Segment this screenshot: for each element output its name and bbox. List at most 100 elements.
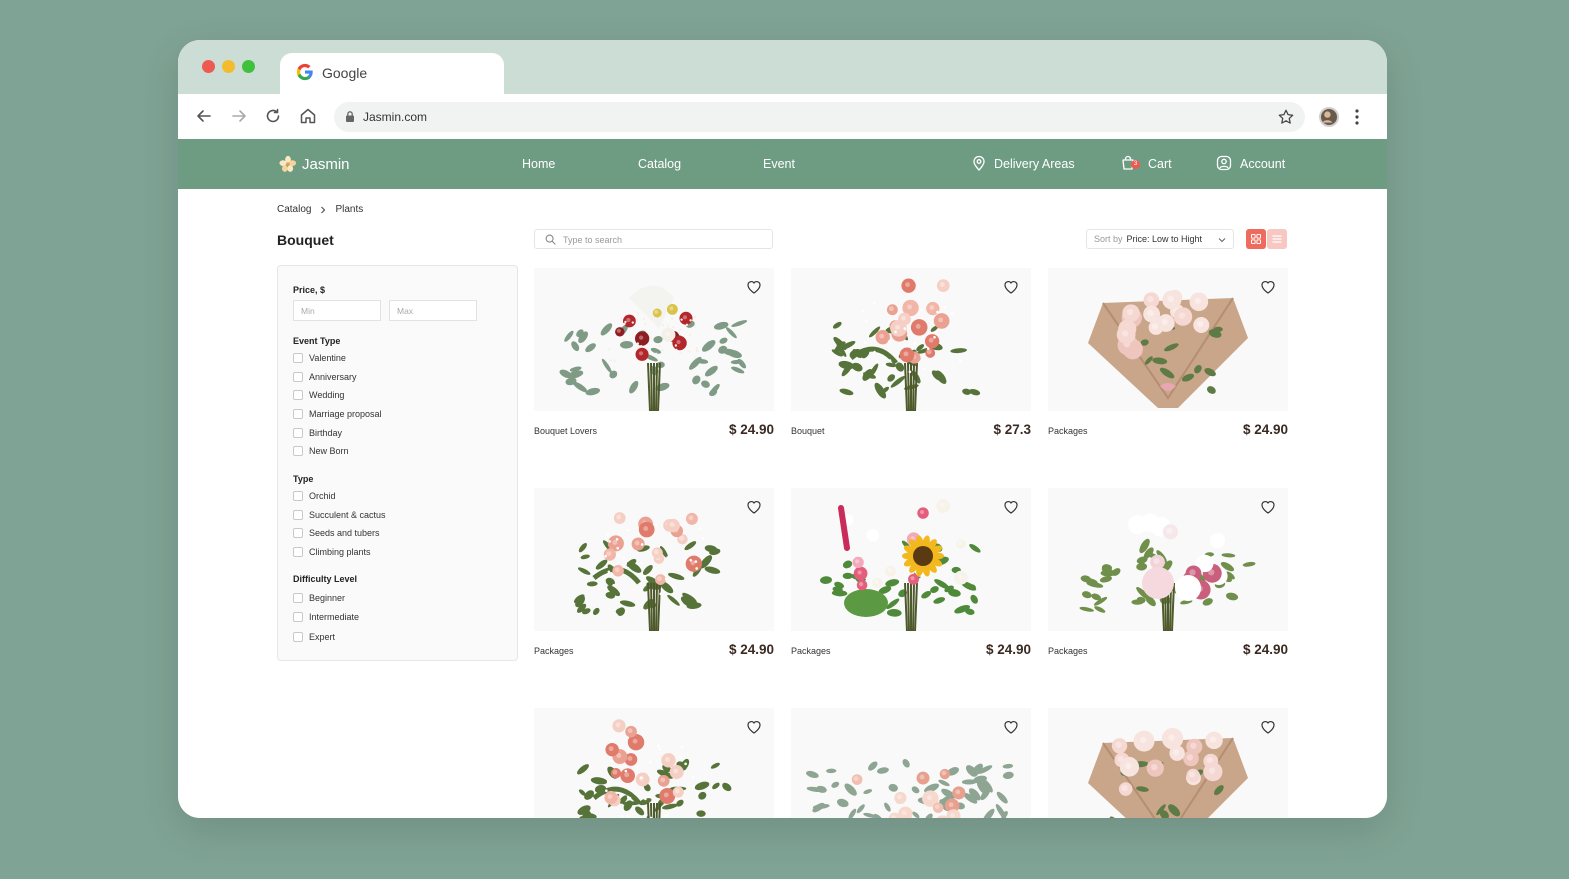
- checkbox-box[interactable]: [293, 353, 303, 363]
- checkbox-box[interactable]: [293, 409, 303, 419]
- heart-icon[interactable]: [1260, 279, 1276, 295]
- price-max-input[interactable]: [389, 300, 477, 321]
- heart-icon[interactable]: [1260, 499, 1276, 515]
- checkbox-valentine[interactable]: Valentine: [293, 353, 346, 363]
- home-icon[interactable]: [298, 106, 318, 126]
- heart-icon[interactable]: [1003, 499, 1019, 515]
- bouquet-image: [1079, 513, 1256, 631]
- nav-account[interactable]: Account: [1240, 157, 1285, 171]
- product-image[interactable]: [534, 488, 774, 631]
- checkbox-expert[interactable]: Expert: [293, 632, 335, 642]
- nav-event[interactable]: Event: [763, 157, 795, 171]
- checkbox-succulent-cactus[interactable]: Succulent & cactus: [293, 510, 386, 520]
- checkbox-label: Valentine: [309, 353, 346, 363]
- product-image[interactable]: [534, 268, 774, 411]
- profile-avatar[interactable]: [1319, 107, 1339, 127]
- filter-price-title: Price, $: [293, 285, 326, 295]
- heart-icon[interactable]: [1003, 279, 1019, 295]
- checkbox-label: Marriage proposal: [309, 409, 382, 419]
- checkbox-box[interactable]: [293, 510, 303, 520]
- back-arrow-icon[interactable]: [194, 106, 214, 126]
- checkbox-label: Anniversary: [309, 372, 357, 382]
- search-input[interactable]: [563, 232, 763, 247]
- checkbox-label: Succulent & cactus: [309, 510, 386, 520]
- product-image[interactable]: [1048, 268, 1288, 411]
- heart-icon[interactable]: [1003, 719, 1019, 735]
- checkbox-birthday[interactable]: Birthday: [293, 428, 342, 438]
- user-face-icon: [1322, 111, 1333, 123]
- location-pin-icon: [973, 155, 985, 171]
- checkbox-box[interactable]: [293, 428, 303, 438]
- checkbox-box[interactable]: [293, 372, 303, 382]
- checkbox-label: Birthday: [309, 428, 343, 438]
- product-category: Packages: [534, 646, 574, 656]
- list-view-button[interactable]: [1267, 229, 1287, 249]
- heart-icon[interactable]: [746, 279, 762, 295]
- heart-icon[interactable]: [746, 719, 762, 735]
- checkbox-box[interactable]: [293, 593, 303, 603]
- search-icon: [545, 234, 556, 245]
- catalog-page: Catalog Plants Bouquet Sort by Price: Lo…: [178, 189, 1387, 818]
- checkbox-beginner[interactable]: Beginner: [293, 593, 345, 603]
- checkbox-box[interactable]: [293, 390, 303, 400]
- filter-event-type-title: Event Type: [293, 336, 341, 346]
- bookmark-star-icon[interactable]: [1277, 108, 1295, 126]
- nav-cart[interactable]: Cart: [1148, 157, 1172, 171]
- product-image[interactable]: [791, 708, 1031, 818]
- nav-catalog[interactable]: Catalog: [638, 157, 681, 171]
- checkbox-label: Wedding: [309, 390, 345, 400]
- brand-logo[interactable]: Jasmin: [279, 155, 350, 173]
- checkbox-box[interactable]: [293, 528, 303, 538]
- product-image[interactable]: [791, 488, 1031, 631]
- checkbox-seeds-tubers[interactable]: Seeds and tubers: [293, 528, 380, 538]
- browser-menu-icon[interactable]: [1353, 108, 1361, 126]
- checkbox-orchid[interactable]: Orchid: [293, 491, 336, 501]
- sort-value: Price: Low to Hight: [1126, 234, 1203, 244]
- checkbox-box[interactable]: [293, 632, 303, 642]
- url-text: Jasmin.com: [363, 110, 428, 124]
- heart-icon[interactable]: [1260, 719, 1276, 735]
- browser-tab[interactable]: Google: [280, 53, 504, 94]
- checkbox-climbing-plants[interactable]: Climbing plants: [293, 547, 371, 557]
- checkbox-box[interactable]: [293, 547, 303, 557]
- nav-home[interactable]: Home: [522, 157, 555, 171]
- product-image[interactable]: [791, 268, 1031, 411]
- checkbox-box[interactable]: [293, 612, 303, 622]
- chevron-right-icon: [321, 206, 326, 213]
- product-image[interactable]: [534, 708, 774, 818]
- product-price: $ 24.90: [728, 422, 774, 437]
- nav-delivery-areas[interactable]: Delivery Areas: [994, 157, 1075, 171]
- minimize-window-button[interactable]: [222, 60, 235, 73]
- checkbox-intermediate[interactable]: Intermediate: [293, 612, 359, 622]
- checkbox-wedding[interactable]: Wedding: [293, 390, 344, 400]
- product-price: $ 27.3: [993, 422, 1031, 437]
- product-price: $ 24.90: [1242, 422, 1288, 437]
- breadcrumb-plants[interactable]: Plants: [335, 204, 363, 215]
- grid-view-button[interactable]: [1246, 229, 1266, 249]
- grid-icon: [1251, 234, 1261, 244]
- sort-dropdown[interactable]: Sort by Price: Low to Hight: [1086, 229, 1234, 249]
- checkbox-anniversary[interactable]: Anniversary: [293, 372, 357, 382]
- address-bar[interactable]: Jasmin.com: [334, 102, 1305, 132]
- forward-arrow-icon[interactable]: [229, 106, 249, 126]
- price-min-input[interactable]: [293, 300, 381, 321]
- heart-icon[interactable]: [746, 499, 762, 515]
- tab-title: Google: [322, 65, 368, 81]
- checkbox-box[interactable]: [293, 446, 303, 456]
- tab-bar: Google: [178, 40, 1387, 94]
- product-price: $ 24.90: [985, 642, 1031, 657]
- product-price: $ 24.90: [1242, 642, 1288, 657]
- close-window-button[interactable]: [202, 60, 215, 73]
- checkbox-box[interactable]: [293, 491, 303, 501]
- account-user-icon: [1216, 155, 1232, 171]
- checkbox-label: Seeds and tubers: [309, 528, 380, 538]
- product-image[interactable]: [1048, 488, 1288, 631]
- breadcrumb-catalog[interactable]: Catalog: [277, 204, 311, 215]
- bouquet-image: [573, 512, 721, 631]
- product-image[interactable]: [1048, 708, 1288, 818]
- checkbox-new-born[interactable]: New Born: [293, 446, 349, 456]
- checkbox-label: New Born: [309, 446, 349, 456]
- reload-icon[interactable]: [263, 106, 283, 126]
- maximize-window-button[interactable]: [242, 60, 255, 73]
- checkbox-marriage-proposal[interactable]: Marriage proposal: [293, 409, 382, 419]
